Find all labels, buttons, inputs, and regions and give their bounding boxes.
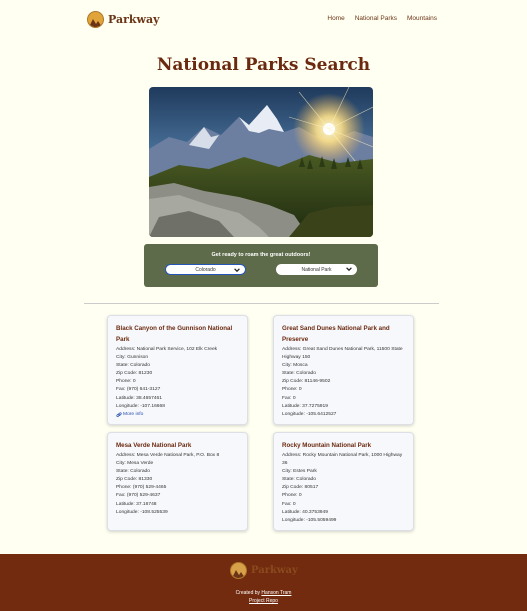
link-icon xyxy=(116,412,122,417)
park-zip: Zip Code: 80517 xyxy=(282,485,319,491)
park-card: Great Sand Dunes National Park and Prese… xyxy=(273,315,414,425)
park-address: Address: Great Sand Dunes National Park,… xyxy=(282,347,403,361)
footer: Parkway Created by Hanson Tram Project R… xyxy=(0,554,527,611)
top-navbar: Parkway Home National Parks Mountains xyxy=(0,0,527,40)
park-phone: Phone: 0 xyxy=(116,379,136,385)
park-address: Address: National Park Service, 102 Elk … xyxy=(116,347,218,352)
park-fax: Fax: (970) 641-3127 xyxy=(116,387,161,393)
park-zip: Zip Code: 81330 xyxy=(116,477,153,483)
footer-credit: Created by Hanson Tram xyxy=(0,590,527,596)
park-phone: Phone: (970) 529-4465 xyxy=(116,485,167,491)
park-city: City: Mesa Verde xyxy=(116,461,154,467)
search-panel: Get ready to roam the great outdoors! Co… xyxy=(144,244,378,287)
park-longitude: Longitude: -105.6412527 xyxy=(282,411,337,417)
park-address: Address: Mesa Verde National Park, P.O. … xyxy=(116,453,220,458)
credit-prefix: Created by xyxy=(235,590,262,596)
park-zip: Zip Code: 81230 xyxy=(116,371,153,377)
park-longitude: Longitude: -107.16668 xyxy=(116,403,165,409)
park-card: Mesa Verde National Park Address: Mesa V… xyxy=(107,432,248,531)
park-fax: Fax: 0 xyxy=(282,395,296,401)
brand-link[interactable]: Parkway xyxy=(87,11,160,28)
park-name: Great Sand Dunes National Park and Prese… xyxy=(282,325,390,343)
park-name: Rocky Mountain National Park xyxy=(282,442,372,449)
park-latitude: Latitude: 37.7275919 xyxy=(282,403,328,409)
brand-name: Parkway xyxy=(108,13,160,26)
park-name: Black Canyon of the Gunnison National Pa… xyxy=(116,325,233,343)
park-address: Address: Rocky Mountain National Park, 1… xyxy=(282,453,403,467)
park-latitude: Latitude: 40.3753949 xyxy=(282,509,328,515)
park-state: State: Colorado xyxy=(282,371,316,377)
state-select[interactable]: Colorado xyxy=(165,264,246,275)
park-longitude: Longitude: -108.525539 xyxy=(116,509,168,515)
park-zip: Zip Code: 81146-9502 xyxy=(282,379,331,385)
nav-home[interactable]: Home xyxy=(327,15,344,22)
park-state: State: Colorado xyxy=(116,363,150,369)
park-city: City: Estes Park xyxy=(282,469,317,475)
nav-national-parks[interactable]: National Parks xyxy=(355,15,397,22)
hero-mountain-image xyxy=(149,87,373,237)
section-divider xyxy=(84,303,439,304)
park-latitude: Latitude: 37.16748 xyxy=(116,501,157,507)
author-link[interactable]: Hanson Tram xyxy=(261,590,291,596)
park-card: Black Canyon of the Gunnison National Pa… xyxy=(107,315,248,425)
park-fax: Fax: (970) 529-4637 xyxy=(116,493,161,499)
park-card: Rocky Mountain National Park Address: Ro… xyxy=(273,432,414,531)
chevron-down-icon xyxy=(346,267,352,272)
park-fax: Fax: 0 xyxy=(282,501,296,507)
park-city: City: Gunnison xyxy=(116,355,149,361)
parkway-logo-icon xyxy=(87,11,104,28)
park-state: State: Colorado xyxy=(282,477,316,483)
parkway-logo-icon xyxy=(230,562,247,579)
footer-brand[interactable]: Parkway xyxy=(230,562,298,579)
park-type-select[interactable]: National Park xyxy=(276,264,357,275)
park-city: City: Mosca xyxy=(282,363,308,369)
project-repo-link[interactable]: Project Repo xyxy=(0,598,527,604)
chevron-down-icon xyxy=(234,268,240,273)
park-name: Mesa Verde National Park xyxy=(116,442,192,449)
more-info-link[interactable]: More info xyxy=(116,411,239,419)
search-prompt: Get ready to roam the great outdoors! xyxy=(211,252,311,258)
footer-brand-name: Parkway xyxy=(251,565,298,576)
park-type-select-value: National Park xyxy=(301,266,332,273)
park-latitude: Latitude: 38.4657461 xyxy=(116,395,162,401)
state-select-value: Colorado xyxy=(195,266,216,273)
page-title: National Parks Search xyxy=(156,55,371,75)
park-state: State: Colorado xyxy=(116,469,150,475)
park-longitude: Longitude: -105.5059499 xyxy=(282,517,337,523)
nav-links: Home National Parks Mountains xyxy=(327,15,437,22)
nav-mountains[interactable]: Mountains xyxy=(407,15,437,22)
park-phone: Phone: 0 xyxy=(282,387,302,393)
park-phone: Phone: 0 xyxy=(282,493,302,499)
more-info-label: More info xyxy=(123,411,144,417)
